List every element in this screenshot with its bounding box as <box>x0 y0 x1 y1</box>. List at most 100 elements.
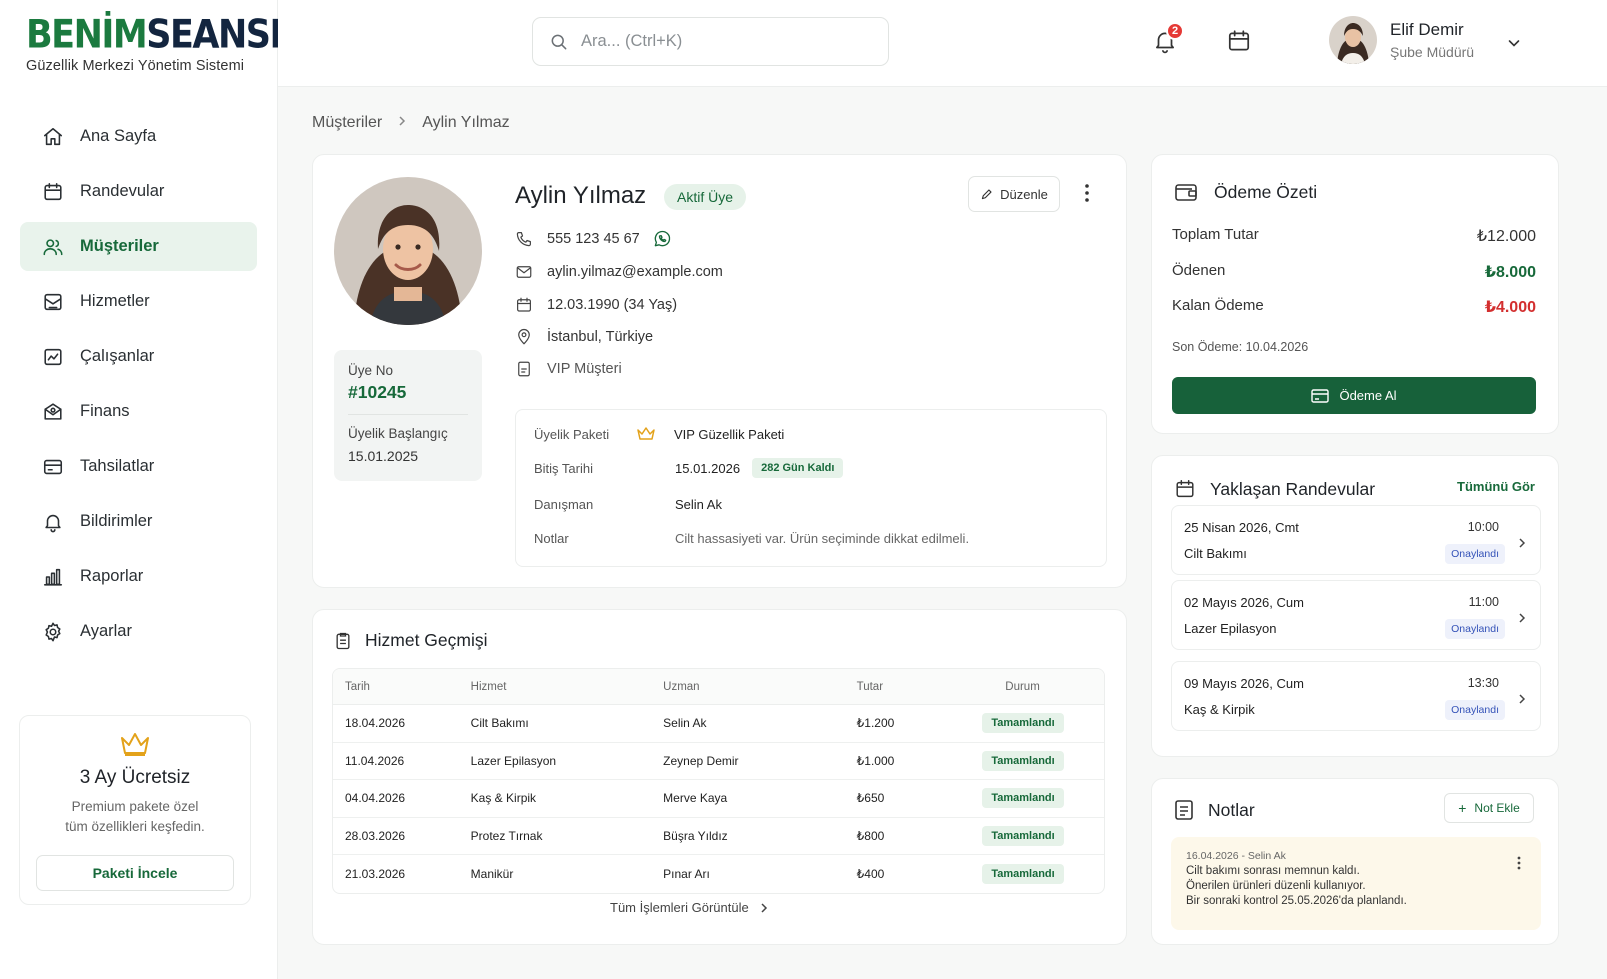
cell-service: Lazer Epilasyon <box>470 753 557 768</box>
button-label: Not Ekle <box>1474 801 1520 815</box>
notifications-button[interactable]: 2 <box>1152 22 1184 54</box>
appointment-item[interactable]: 02 Mayıs 2026, Cum Lazer Epilasyon 11:00… <box>1171 580 1541 650</box>
sidebar-item-raporlar[interactable]: Raporlar <box>20 552 257 601</box>
take-payment-button[interactable]: Ödeme Al <box>1172 377 1536 414</box>
table-row[interactable]: 21.03.2026 Manikür Pınar Arı ₺400 Tamaml… <box>333 855 1104 893</box>
status-badge: Onaylandı <box>1445 700 1505 720</box>
total-row: Toplam Tutar ₺12.000 <box>1172 226 1536 246</box>
remaining-label: Kalan Ödeme <box>1172 297 1264 314</box>
cell-date: 04.04.2026 <box>345 791 406 806</box>
end-date-label: Bitiş Tarihi <box>534 460 594 476</box>
payment-summary-card: Ödeme Özeti Toplam Tutar ₺12.000 Ödenen … <box>1151 154 1559 434</box>
view-all-transactions-link[interactable]: Tüm İşlemleri Görüntüle <box>610 900 769 915</box>
avatar <box>1329 16 1377 64</box>
status-badge: Tamamlandı <box>982 750 1064 771</box>
sidebar-item-ana-sayfa[interactable]: Ana Sayfa <box>20 112 257 161</box>
last-payment-date: Son Ödeme: 10.04.2026 <box>1172 340 1309 354</box>
days-left-badge: 282 Gün Kaldı <box>752 458 844 478</box>
appointments-title: Yaklaşan Randevular <box>1174 478 1375 500</box>
table-row[interactable]: 18.04.2026 Cilt Bakımı Selin Ak ₺1.200 T… <box>333 705 1104 743</box>
table-row[interactable]: 11.04.2026 Lazer Epilasyon Zeynep Demir … <box>333 743 1104 780</box>
column-header[interactable]: Hizmet <box>471 681 663 693</box>
notes-title: Notlar <box>1174 799 1255 821</box>
sidebar-item-tahsilatlar[interactable]: Tahsilatlar <box>20 442 257 491</box>
column-header[interactable]: Tutar <box>857 681 983 693</box>
cell-service: Cilt Bakımı <box>470 716 529 731</box>
cell-service: Protez Tırnak <box>470 828 543 843</box>
sidebar-item-finans[interactable]: Finans <box>20 387 257 436</box>
promo-line: tüm özellikleri keşfedin. <box>65 819 205 834</box>
member-since-label: Üyelik Başlangıç <box>348 426 448 441</box>
appointment-service: Kaş & Kirpik <box>1184 702 1255 717</box>
logo[interactable]: BENİMSEANSIM Güzellik Merkezi Yönetim Si… <box>26 15 316 74</box>
email-address[interactable]: aylin.yilmaz@example.com <box>547 264 723 280</box>
customer-name: Aylin Yılmaz <box>515 182 647 209</box>
gear-icon <box>45 622 61 641</box>
view-all-appointments-link[interactable]: Tümünü Gör <box>1457 479 1535 494</box>
search-input[interactable] <box>581 32 871 51</box>
chevron-down-icon[interactable] <box>1506 35 1522 56</box>
package-label: Üyelik Paketi <box>534 426 610 442</box>
wallet-icon <box>1175 184 1197 201</box>
section-title: Hizmet Geçmişi <box>365 630 488 650</box>
notes-row: Notlar Cilt hassasiyeti var. Ürün seçimi… <box>534 531 969 546</box>
cell-expert: Zeynep Demir <box>663 753 739 768</box>
appointment-time: 13:30 <box>1467 676 1499 690</box>
sidebar-item-bildirimler[interactable]: Bildirimler <box>20 497 257 546</box>
whatsapp-icon[interactable] <box>652 229 672 249</box>
column-header[interactable]: Durum <box>982 681 1104 693</box>
location: İstanbul, Türkiye <box>547 329 654 345</box>
breadcrumb-parent[interactable]: Müşteriler <box>312 114 382 132</box>
paid-value: ₺8.000 <box>1484 264 1536 281</box>
segment-row: VIP Müşteri <box>515 360 622 378</box>
column-header[interactable]: Uzman <box>663 681 856 693</box>
promo-line: Premium pakete özel <box>71 799 199 814</box>
user-menu[interactable]: Elif Demir Şube Müdürü <box>1329 16 1474 64</box>
paid-row: Ödenen ₺8.000 <box>1172 262 1536 282</box>
cell-date: 21.03.2026 <box>345 866 406 881</box>
more-options-icon[interactable] <box>1517 856 1521 875</box>
service-history-table: Tarih Hizmet Uzman Tutar Durum 18.04.202… <box>332 668 1105 894</box>
phone-number[interactable]: 555 123 45 67 <box>547 231 640 247</box>
sidebar-item-label: Tahsilatlar <box>80 457 155 475</box>
sidebar-item-calisanlar[interactable]: Çalışanlar <box>20 332 257 381</box>
sidebar: BENİMSEANSIM Güzellik Merkezi Yönetim Si… <box>0 0 316 979</box>
birthdate-row: 12.03.1990 (34 Yaş) <box>515 296 677 314</box>
button-label: Ödeme Al <box>1339 388 1397 403</box>
table-row[interactable]: 28.03.2026 Protez Tırnak Büşra Yıldız ₺8… <box>333 818 1104 855</box>
appointment-time: 10:00 <box>1467 520 1499 534</box>
customer-profile-card: Üye No #10245 Üyelik Başlangıç 15.01.202… <box>312 154 1127 588</box>
view-package-button[interactable]: Paketi İncele <box>36 855 234 891</box>
cell-date: 18.04.2026 <box>345 716 406 731</box>
appointment-item[interactable]: 25 Nisan 2026, Cmt Cilt Bakımı 10:00 Ona… <box>1171 505 1541 575</box>
services-icon <box>44 293 62 310</box>
breadcrumb: Müşteriler Aylin Yılmaz <box>312 114 510 132</box>
status-badge: Aktif Üye <box>664 184 747 210</box>
total-value: ₺12.000 <box>1476 228 1536 245</box>
note-item[interactable]: 16.04.2026 - Selin Ak Cilt bakımı sonras… <box>1171 837 1541 930</box>
clipboard-icon <box>336 632 350 649</box>
more-options-icon[interactable] <box>1084 183 1090 208</box>
calendar-button[interactable] <box>1226 28 1252 54</box>
search-box[interactable] <box>532 17 889 66</box>
cell-amount: ₺400 <box>856 866 885 881</box>
cell-date: 11.04.2026 <box>345 753 405 768</box>
sidebar-item-musteriler[interactable]: Müşteriler <box>20 222 257 271</box>
table-row[interactable]: 04.04.2026 Kaş & Kirpik Merve Kaya ₺650 … <box>333 780 1104 818</box>
section-title: Notlar <box>1208 799 1255 820</box>
add-note-button[interactable]: + Not Ekle <box>1444 793 1534 823</box>
cell-amount: ₺1.200 <box>856 716 895 731</box>
edit-button[interactable]: Düzenle <box>968 176 1060 212</box>
column-header[interactable]: Tarih <box>333 681 471 693</box>
bell-icon <box>45 514 61 532</box>
section-title: Ödeme Özeti <box>1214 181 1318 202</box>
sidebar-item-randevular[interactable]: Randevular <box>20 167 257 216</box>
appointment-item[interactable]: 09 Mayıs 2026, Cum Kaş & Kirpik 13:30 On… <box>1171 661 1541 731</box>
sidebar-item-hizmetler[interactable]: Hizmetler <box>20 277 257 326</box>
package-value: VIP Güzellik Paketi <box>674 426 785 442</box>
sidebar-item-ayarlar[interactable]: Ayarlar <box>20 607 257 656</box>
cell-amount: ₺1.000 <box>856 753 895 768</box>
promo-text: Premium pakete özel tüm özellikleri keşf… <box>20 797 250 837</box>
status-badge: Tamamlandı <box>982 788 1064 809</box>
membership-package-box: Üyelik Paketi VIP Güzellik Paketi Bitiş … <box>515 409 1107 567</box>
